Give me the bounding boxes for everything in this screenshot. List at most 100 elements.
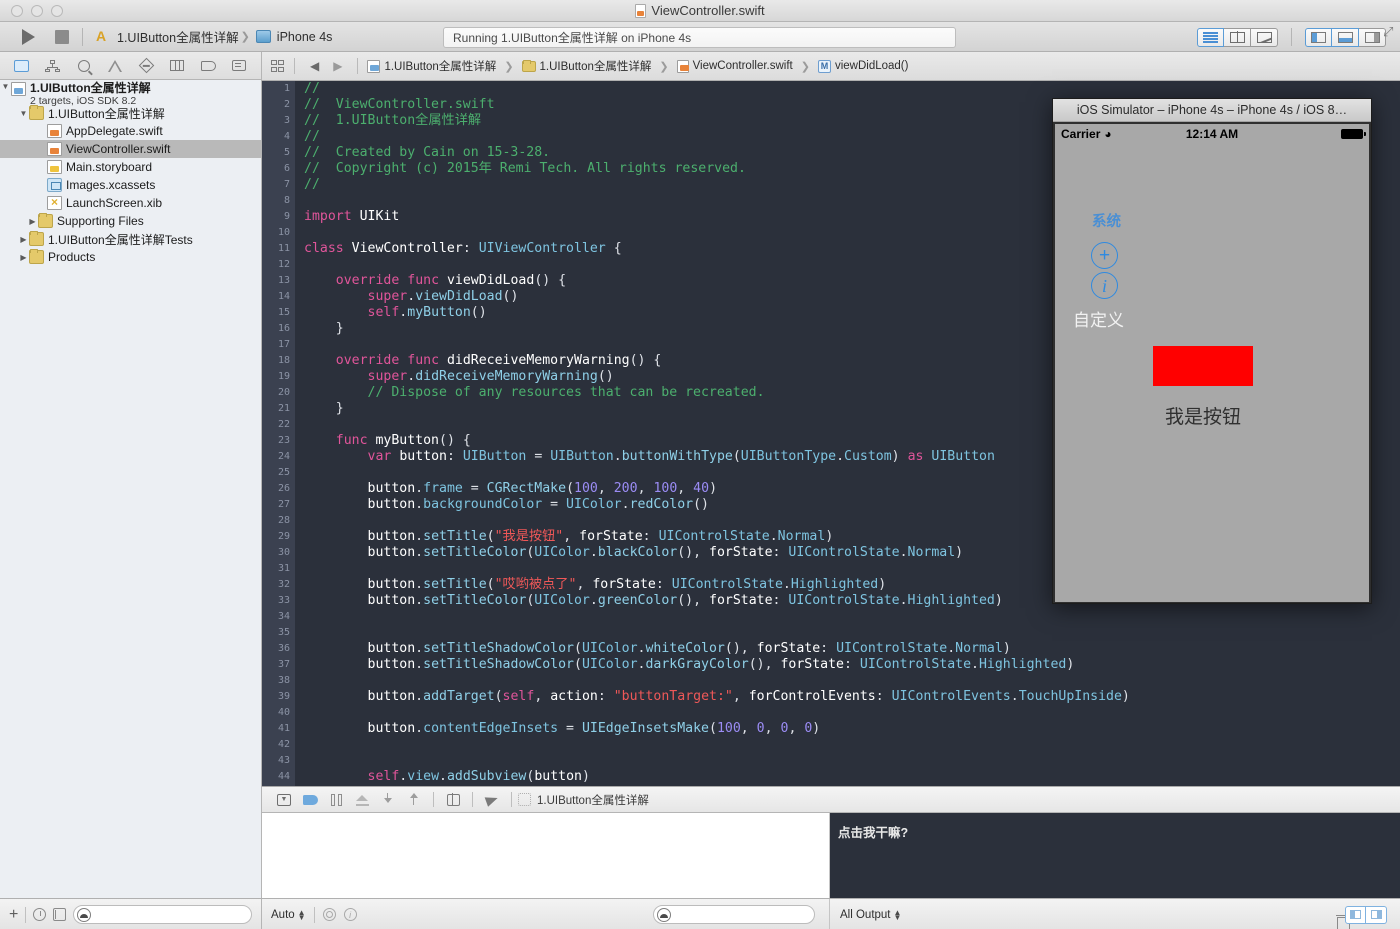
navigator-row-0[interactable]: ▼ 1.UIButton全属性详解 (0, 104, 261, 122)
standard-editor-button[interactable] (1197, 27, 1224, 47)
variables-view[interactable] (262, 813, 830, 898)
debug-area-toggle-button[interactable] (1332, 27, 1359, 47)
symbol-navigator-button[interactable] (44, 58, 61, 73)
line-number[interactable]: 4 (262, 129, 295, 145)
expand-icon[interactable]: ⤢ (1383, 25, 1396, 38)
navigator-row-3[interactable]: Main.storyboard (0, 158, 261, 176)
simulator-screen[interactable]: Carrier ◕ 12:14 AM 系统 + i 自定义 我是按钮 (1055, 124, 1369, 602)
info-icon[interactable]: i (343, 908, 357, 921)
line-number[interactable]: 30 (262, 545, 295, 561)
navigator-row-4[interactable]: Images.xcassets (0, 176, 261, 194)
step-out-button[interactable] (401, 791, 427, 809)
line-number[interactable]: 25 (262, 465, 295, 481)
line-number[interactable]: 10 (262, 225, 295, 241)
line-number[interactable]: 6 (262, 161, 295, 177)
breadcrumb-method[interactable]: M viewDidLoad() (817, 59, 908, 73)
back-button[interactable]: ◀ (304, 59, 325, 73)
source-control-filter-icon[interactable] (53, 908, 67, 921)
breadcrumb-file[interactable]: ViewController.swift (676, 59, 793, 73)
line-number[interactable]: 3 (262, 113, 295, 129)
step-over-button[interactable] (349, 791, 375, 809)
line-number[interactable]: 29 (262, 529, 295, 545)
line-number[interactable]: 20 (262, 385, 295, 401)
find-navigator-button[interactable] (75, 58, 92, 73)
line-number[interactable]: 36 (262, 641, 295, 657)
line-number[interactable]: 31 (262, 561, 295, 577)
project-navigator[interactable]: ▼ 1.UIButton全属性详解 2 targets, iOS SDK 8.2… (0, 80, 262, 898)
line-number[interactable]: 37 (262, 657, 295, 673)
scheme-selector[interactable]: 1.UIButton全属性详解 (96, 27, 239, 46)
watch-icon[interactable] (322, 908, 336, 921)
hide-debug-area-button[interactable]: ▼ (271, 791, 297, 809)
pause-button[interactable] (323, 791, 349, 809)
forward-button[interactable]: ▶ (327, 59, 348, 73)
navigator-row-8[interactable]: ▶ Products (0, 248, 261, 266)
line-number[interactable]: 34 (262, 609, 295, 625)
navigator-root-row[interactable]: ▼ 1.UIButton全属性详解 2 targets, iOS SDK 8.2 (0, 80, 261, 108)
utilities-toggle-button[interactable] (1359, 27, 1386, 47)
line-number[interactable]: 17 (262, 337, 295, 353)
view-debugging-button[interactable] (440, 791, 466, 809)
debug-navigator-button[interactable] (169, 58, 186, 73)
line-number[interactable]: 16 (262, 321, 295, 337)
disclosure-triangle[interactable]: ▼ (0, 82, 11, 91)
step-into-button[interactable] (375, 791, 401, 809)
issue-navigator-button[interactable] (106, 58, 123, 73)
line-number[interactable]: 33 (262, 593, 295, 609)
contact-add-button[interactable]: + (1091, 242, 1118, 269)
stepper-icon-2[interactable]: ▲ ▼ (894, 908, 902, 921)
line-number[interactable]: 5 (262, 145, 295, 161)
show-variables-button[interactable] (1345, 905, 1366, 924)
navigator-filter-input[interactable] (91, 908, 248, 921)
disclosure-triangle[interactable]: ▶ (27, 217, 38, 226)
custom-red-button[interactable] (1153, 346, 1253, 386)
line-number[interactable]: 18 (262, 353, 295, 369)
assistant-editor-button[interactable] (1224, 27, 1251, 47)
line-number[interactable]: 24 (262, 449, 295, 465)
line-number[interactable]: 14 (262, 289, 295, 305)
variables-filter-field[interactable] (653, 905, 815, 924)
navigator-filter-field[interactable] (73, 905, 252, 924)
line-number[interactable]: 27 (262, 497, 295, 513)
output-selector[interactable]: All Output ▲ ▼ (840, 908, 902, 921)
line-number[interactable]: 40 (262, 705, 295, 721)
navigator-row-2[interactable]: ViewController.swift (0, 140, 261, 158)
disclosure-triangle[interactable]: ▼ (18, 109, 29, 118)
line-number[interactable]: 38 (262, 673, 295, 689)
line-number[interactable]: 12 (262, 257, 295, 273)
line-number[interactable]: 11 (262, 241, 295, 257)
report-navigator-button[interactable] (231, 58, 248, 73)
line-number[interactable]: 39 (262, 689, 295, 705)
line-number[interactable]: 21 (262, 401, 295, 417)
line-number[interactable]: 9 (262, 209, 295, 225)
continue-button[interactable] (297, 791, 323, 809)
line-number[interactable]: 35 (262, 625, 295, 641)
line-number[interactable]: 15 (262, 305, 295, 321)
line-number[interactable]: 26 (262, 481, 295, 497)
console-output[interactable]: 点击我干嘛? (831, 813, 1400, 898)
stepper-icon[interactable]: ▲ ▼ (298, 908, 306, 921)
show-console-button[interactable] (1366, 905, 1387, 924)
destination-selector[interactable]: iPhone 4s (255, 30, 332, 44)
add-button[interactable]: + (9, 906, 18, 923)
line-number[interactable]: 7 (262, 177, 295, 193)
line-number[interactable]: 44 (262, 769, 295, 785)
recent-files-icon[interactable] (33, 908, 47, 921)
test-navigator-button[interactable] (138, 57, 155, 74)
project-navigator-button[interactable] (13, 58, 30, 73)
breakpoint-navigator-button[interactable] (200, 58, 217, 73)
line-number[interactable]: 22 (262, 417, 295, 433)
disclosure-triangle[interactable]: ▶ (18, 253, 29, 262)
navigator-row-1[interactable]: AppDelegate.swift (0, 122, 261, 140)
disclosure-triangle[interactable]: ▶ (18, 235, 29, 244)
detail-disclosure-button[interactable]: i (1091, 272, 1118, 299)
line-number[interactable]: 19 (262, 369, 295, 385)
line-number[interactable]: 13 (262, 273, 295, 289)
line-number[interactable]: 41 (262, 721, 295, 737)
line-number[interactable]: 42 (262, 737, 295, 753)
line-number[interactable]: 43 (262, 753, 295, 769)
breadcrumb-project[interactable]: 1.UIButton全属性详解 (367, 58, 496, 74)
line-number[interactable]: 28 (262, 513, 295, 529)
line-number[interactable]: 1 (262, 81, 295, 97)
line-number[interactable]: 32 (262, 577, 295, 593)
